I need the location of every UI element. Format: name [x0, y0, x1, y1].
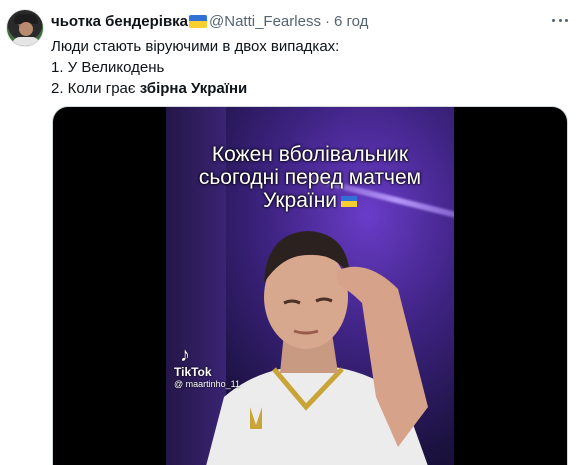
author-handle[interactable]: @Natti_Fearless [209, 13, 321, 30]
tweet-text-line-2: 1. У Великодень [51, 59, 165, 76]
avatar-shirt-shape [12, 37, 40, 46]
avatar-face-shape [19, 22, 33, 36]
author-name[interactable]: чьотка бендерівка [51, 13, 188, 30]
more-horizontal-icon[interactable] [549, 12, 571, 28]
tweet-text-line-3-prefix: 2. Коли грає [51, 80, 140, 97]
timestamp[interactable]: 6 год [334, 13, 368, 30]
caption-line-3-wrap: України [194, 189, 426, 212]
video-player[interactable]: Кожен вболівальник сьогодні перед матчем… [52, 106, 568, 465]
ukraine-flag-icon [189, 14, 208, 28]
separator-dot: · [324, 12, 330, 30]
tiktok-watermark: ♪ TikTok @ maartinho_11 [174, 345, 240, 390]
caption-line-2: сьогодні перед матчем [198, 166, 422, 189]
tiktok-app-name: TikTok [174, 365, 212, 379]
video-caption: Кожен вболівальник сьогодні перед матчем… [194, 143, 426, 212]
tweet-text-line-3: 2. Коли грає збірна України [51, 78, 551, 99]
caption-line-1: Кожен вболівальник [211, 143, 409, 166]
tiktok-username: @ maartinho_11 [174, 379, 241, 389]
video-frame[interactable]: Кожен вболівальник сьогодні перед матчем… [166, 107, 454, 465]
tiktok-logo-icon: ♪ [180, 344, 190, 366]
tweet-text-bold: збірна України [139, 80, 248, 97]
caption-line-3: України [262, 189, 338, 212]
avatar[interactable] [6, 9, 44, 47]
tweet-text-line-1: Люди стають віруючими в двох випадках: [51, 38, 340, 55]
tweet-text: Люди стають віруючими в двох випадках: 1… [51, 36, 551, 99]
tweet-header: чьотка бендерівка @Natti_Fearless · 6 го… [51, 11, 368, 31]
ukraine-flag-icon [341, 195, 358, 207]
